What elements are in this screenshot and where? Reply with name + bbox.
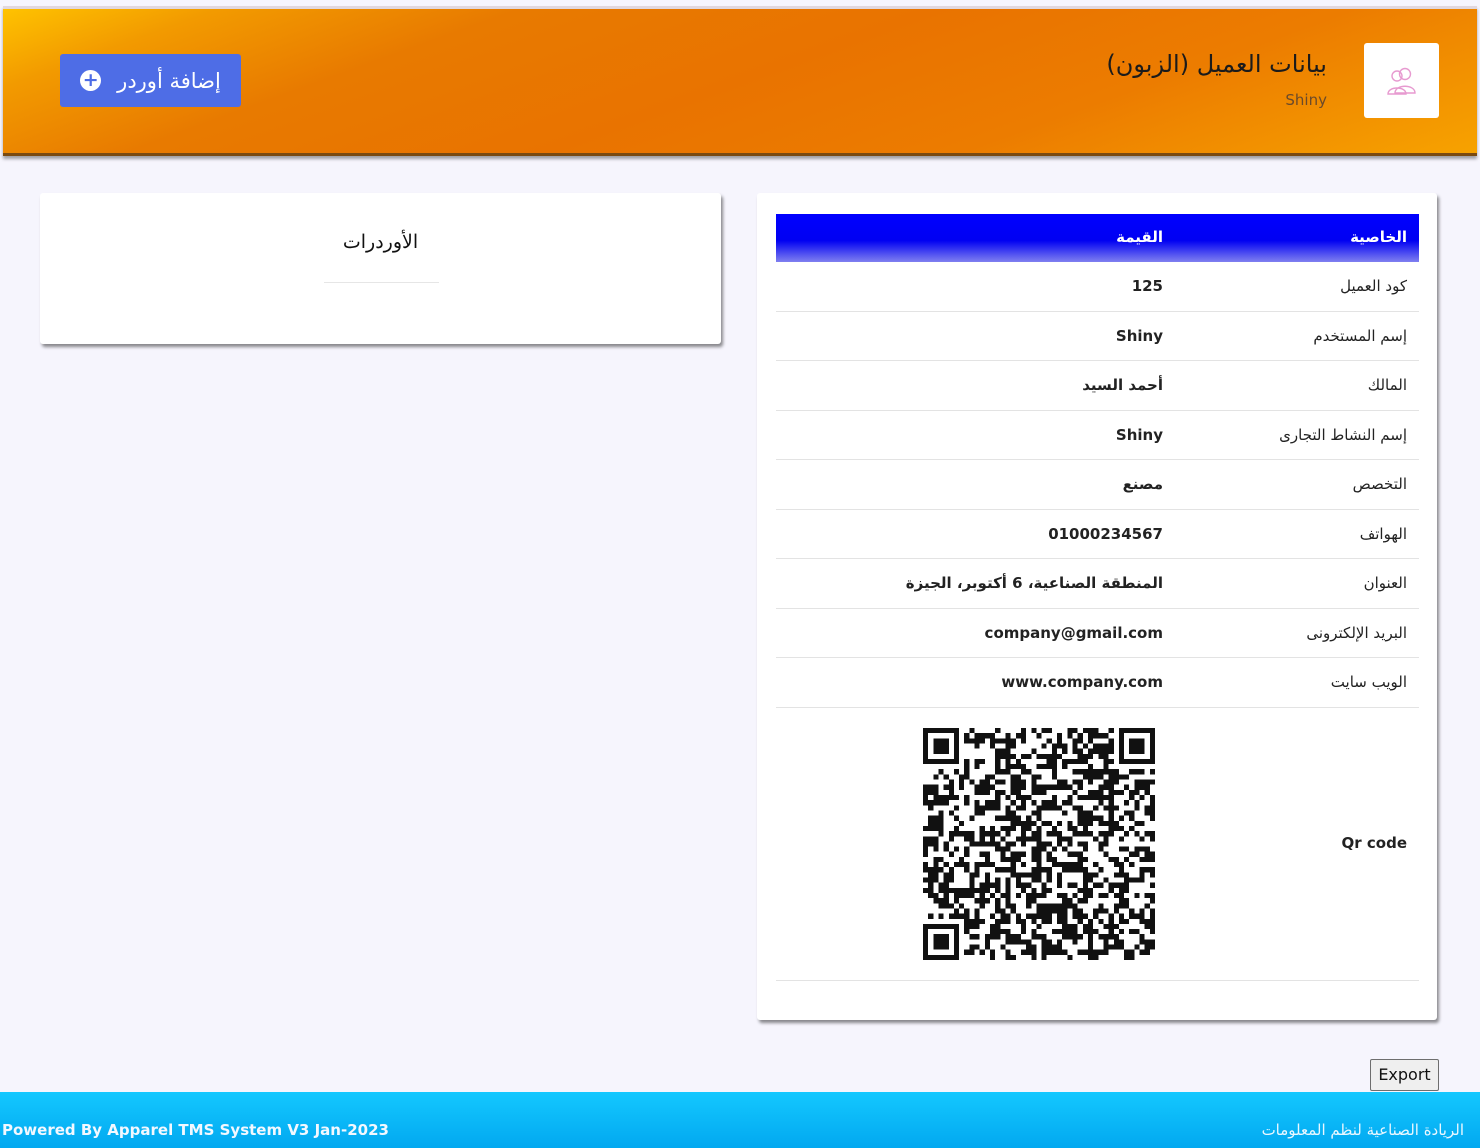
value-column-header: القيمة: [1116, 228, 1163, 246]
orders-panel: الأوردرات: [40, 193, 721, 344]
row-property: البريد الإلكترونى: [1306, 623, 1407, 642]
qr-code-row: Qr code: [776, 708, 1419, 981]
row-property: إسم المستخدم: [1313, 326, 1407, 345]
qr-modules: [923, 727, 1155, 960]
users-icon: [1386, 67, 1416, 95]
customer-avatar: [1364, 43, 1439, 118]
customer-info-panel: الخاصية القيمة كود العميل 125 إسم المستخ…: [757, 193, 1437, 1020]
orders-title: الأوردرات: [342, 231, 419, 253]
table-row: إسم المستخدم Shiny: [776, 312, 1419, 361]
customer-info-table: الخاصية القيمة كود العميل 125 إسم المستخ…: [776, 214, 1419, 981]
add-order-label: إضافة أوردر: [117, 68, 221, 93]
property-column-header: الخاصية: [1350, 228, 1407, 246]
qr-code-image: [923, 727, 1155, 960]
table-row: العنوان المنطقة الصناعية، 6 أكتوبر، الجي…: [776, 559, 1419, 609]
table-row: الهواتف 01000234567: [776, 510, 1419, 559]
row-value: المنطقة الصناعية، 6 أكتوبر، الجيزة: [905, 574, 1163, 592]
table-row: البريد الإلكترونى company@gmail.com: [776, 609, 1419, 658]
export-button[interactable]: Export: [1370, 1059, 1439, 1091]
row-value: company@gmail.com: [984, 623, 1163, 642]
row-property: كود العميل: [1340, 277, 1407, 295]
row-property: إسم النشاط التجارى: [1279, 425, 1407, 444]
row-value: Shiny: [1115, 326, 1163, 345]
row-value: أحمد السيد: [1082, 376, 1163, 394]
page-header: بيانات العميل (الزبون) Shiny إضافة أوردر…: [3, 6, 1477, 156]
plus-circle-icon: +: [80, 70, 102, 91]
row-value: مصنع: [1122, 475, 1163, 493]
row-property: الهواتف: [1359, 524, 1407, 543]
qr-code-label: Qr code: [1341, 833, 1407, 852]
customer-name-subtitle: Shiny: [1285, 91, 1327, 109]
page-title: بيانات العميل (الزبون): [1106, 50, 1327, 78]
table-row: كود العميل 125: [776, 262, 1419, 312]
table-header: الخاصية القيمة: [776, 214, 1419, 262]
table-row: التخصص مصنع: [776, 460, 1419, 510]
footer-company-name: الريادة الصناعية لنظم المعلومات: [1261, 1121, 1464, 1139]
page-footer: Powered By Apparel TMS System V3 Jan-202…: [0, 1092, 1480, 1148]
row-value: Shiny: [1115, 425, 1163, 444]
table-row: إسم النشاط التجارى Shiny: [776, 411, 1419, 460]
row-property: العنوان: [1363, 574, 1407, 592]
row-property: المالك: [1367, 376, 1407, 394]
add-order-button[interactable]: إضافة أوردر +: [60, 54, 241, 107]
row-value: 125: [1131, 277, 1163, 295]
table-row: الويب سايت www.company.com: [776, 658, 1419, 708]
table-row: المالك أحمد السيد: [776, 361, 1419, 411]
row-property: الويب سايت: [1330, 673, 1407, 691]
row-value: 01000234567: [1048, 524, 1163, 543]
orders-divider: [324, 282, 439, 283]
footer-powered-by: Powered By Apparel TMS System V3 Jan-202…: [2, 1121, 389, 1139]
row-property: التخصص: [1352, 475, 1407, 493]
row-value: www.company.com: [1001, 673, 1163, 691]
